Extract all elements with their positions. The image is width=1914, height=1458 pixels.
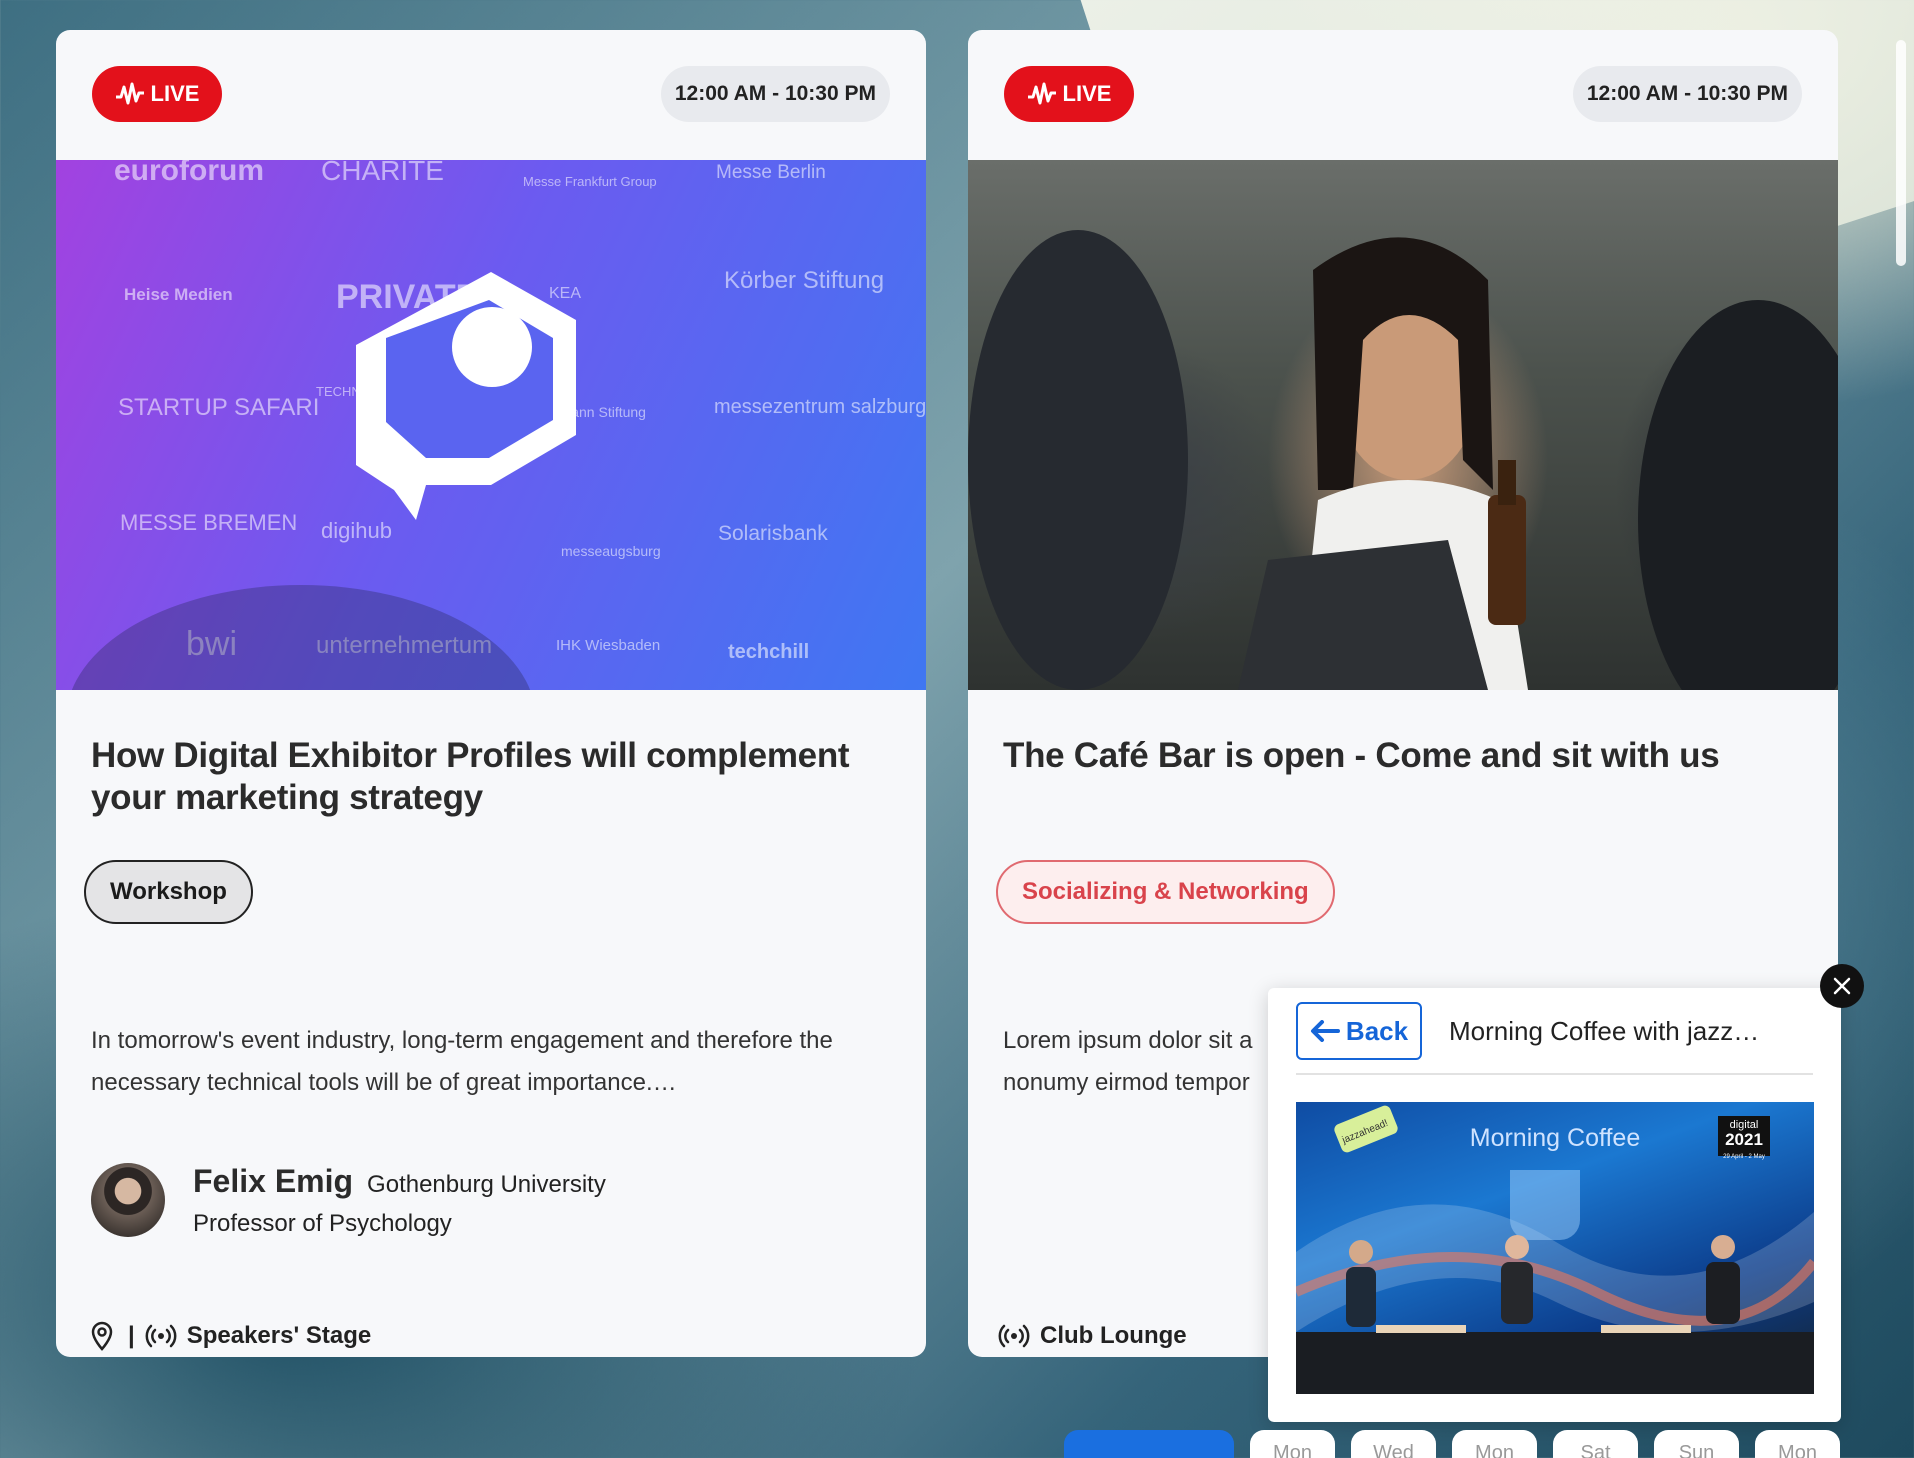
live-label: LIVE xyxy=(1062,81,1112,106)
location-name: Club Lounge xyxy=(1040,1322,1187,1349)
day-tab-active[interactable] xyxy=(1064,1430,1234,1458)
svg-text:IHK Wiesbaden: IHK Wiesbaden xyxy=(556,637,660,654)
day-tab[interactable]: Wed xyxy=(1351,1430,1436,1458)
event-card-exhibitor-profiles[interactable]: LIVE 12:00 AM - 10:30 PM euroforum CHARI… xyxy=(56,30,926,1357)
svg-text:Heise Medien: Heise Medien xyxy=(124,285,233,304)
event-title: The Café Bar is open - Come and sit with… xyxy=(1003,736,1720,775)
card-header: LIVE 12:00 AM - 10:30 PM xyxy=(968,30,1838,160)
event-location: Club Lounge xyxy=(998,1320,1187,1352)
divider xyxy=(1296,1073,1813,1075)
day-tab[interactable]: Mon xyxy=(1250,1430,1335,1458)
event-description: In tomorrow's event industry, long-term … xyxy=(91,1027,833,1096)
back-label: Back xyxy=(1345,1015,1409,1046)
svg-text:STARTUP SAFARI: STARTUP SAFARI xyxy=(118,394,319,421)
svg-text:digihub: digihub xyxy=(321,518,392,543)
time-range: 12:00 AM - 10:30 PM xyxy=(660,66,890,122)
close-icon xyxy=(1833,977,1851,995)
event-location: | Speakers' Stage xyxy=(86,1320,371,1352)
card-header: LIVE 12:00 AM - 10:30 PM xyxy=(56,30,926,160)
digital-2021-badge: digital 2021 29 April - 2 May xyxy=(1718,1116,1770,1160)
location-separator: | xyxy=(128,1322,135,1349)
svg-text:Messe Berlin: Messe Berlin xyxy=(716,162,826,183)
live-badge: LIVE xyxy=(1004,66,1134,122)
day-tab[interactable]: Mon xyxy=(1452,1430,1537,1458)
event-description: Lorem ipsum dolor sit a nonumy eirmod te… xyxy=(1003,1027,1253,1096)
speaker-organization: Gothenburg University xyxy=(367,1171,606,1198)
svg-text:messeaugsburg: messeaugsburg xyxy=(561,543,661,559)
day-tab[interactable]: Mon xyxy=(1755,1430,1840,1458)
speaker[interactable]: Felix Emig Gothenburg University Profess… xyxy=(91,1163,606,1238)
logo-wall: euroforum CHARITÉ Messe Frankfurt Group … xyxy=(71,160,926,690)
close-popup-button[interactable] xyxy=(1820,964,1864,1008)
scrollbar[interactable] xyxy=(1896,40,1906,266)
map-pin-icon xyxy=(91,1321,113,1351)
broadcast-icon xyxy=(145,1324,177,1348)
event-title: How Digital Exhibitor Profiles will comp… xyxy=(91,736,850,817)
svg-text:Solarisbank: Solarisbank xyxy=(718,522,828,545)
location-name: Speakers' Stage xyxy=(186,1322,372,1349)
svg-text:KEA: KEA xyxy=(549,285,581,302)
popup-title: Morning Coffee with jazz… xyxy=(1449,1016,1760,1046)
speaker-name: Felix Emig xyxy=(193,1163,354,1199)
day-tab[interactable]: Sat xyxy=(1553,1430,1638,1458)
broadcast-icon xyxy=(998,1324,1030,1348)
back-button[interactable]: Back xyxy=(1296,1002,1422,1060)
hero-image-cafe-people xyxy=(968,160,1838,690)
tag-workshop[interactable]: Workshop xyxy=(84,860,253,924)
svg-text:euroforum: euroforum xyxy=(114,160,264,187)
live-label: LIVE xyxy=(150,81,200,106)
hero-image-exhibitor-logos: euroforum CHARITÉ Messe Frankfurt Group … xyxy=(56,160,926,690)
live-pulse-icon xyxy=(115,82,144,105)
live-badge: LIVE xyxy=(92,66,222,122)
tag-socializing-networking[interactable]: Socializing & Networking xyxy=(996,860,1335,924)
time-range: 12:00 AM - 10:30 PM xyxy=(1572,66,1802,122)
speaker-role: Professor of Psychology xyxy=(193,1210,452,1237)
avatar xyxy=(91,1163,165,1237)
video-popup: Back Morning Coffee with jazz… jazzahead… xyxy=(1268,988,1841,1422)
svg-text:Körber Stiftung: Körber Stiftung xyxy=(724,267,884,294)
day-tab[interactable]: Sun xyxy=(1654,1430,1739,1458)
svg-text:messezentrum salzburg: messezentrum salzburg xyxy=(714,396,926,418)
svg-text:CHARITÉ: CHARITÉ xyxy=(321,160,444,186)
svg-text:MESSE BREMEN: MESSE BREMEN xyxy=(120,510,297,535)
svg-text:Messe Frankfurt Group: Messe Frankfurt Group xyxy=(523,174,657,189)
arrow-left-icon xyxy=(1310,1020,1340,1042)
day-tabs: Mon Wed Mon Sat Sun Mon xyxy=(1064,1430,1840,1458)
svg-text:techchill: techchill xyxy=(728,641,809,663)
live-pulse-icon xyxy=(1027,82,1056,105)
speaker-info: Felix Emig Gothenburg University Profess… xyxy=(193,1163,606,1238)
cafe-photo xyxy=(968,230,1838,690)
video-player[interactable]: jazzahead! Morning Coffee digital 2021 2… xyxy=(1296,1102,1814,1394)
